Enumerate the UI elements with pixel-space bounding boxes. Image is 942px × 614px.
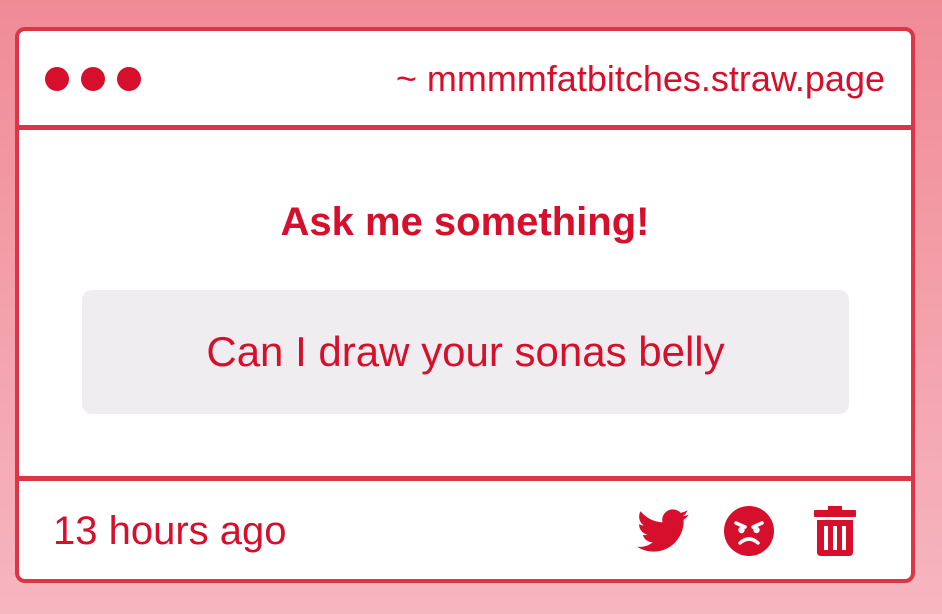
action-bar: [637, 505, 861, 557]
window-controls: [45, 67, 141, 91]
report-button[interactable]: [723, 505, 775, 557]
question-text: Can I draw your sonas belly: [206, 328, 725, 375]
timestamp: 13 hours ago: [53, 509, 287, 553]
page-title: Ask me something!: [280, 200, 650, 244]
window-dot-2: [81, 67, 105, 91]
angry-face-icon: [724, 506, 774, 556]
window-titlebar: ~ mmmmfatbitches.straw.page: [19, 31, 911, 130]
window-dot-1: [45, 67, 69, 91]
question-content: Ask me something! Can I draw your sonas …: [19, 130, 911, 481]
question-card: ~ mmmmfatbitches.straw.page Ask me somet…: [15, 27, 915, 583]
trash-icon: [814, 506, 856, 556]
twitter-icon: [637, 509, 689, 552]
card-footer: 13 hours ago: [19, 481, 911, 579]
window-dot-3: [117, 67, 141, 91]
question-box: Can I draw your sonas belly: [82, 290, 849, 414]
site-url[interactable]: ~ mmmmfatbitches.straw.page: [396, 57, 885, 101]
delete-button[interactable]: [809, 505, 861, 557]
share-twitter-button[interactable]: [637, 505, 689, 557]
